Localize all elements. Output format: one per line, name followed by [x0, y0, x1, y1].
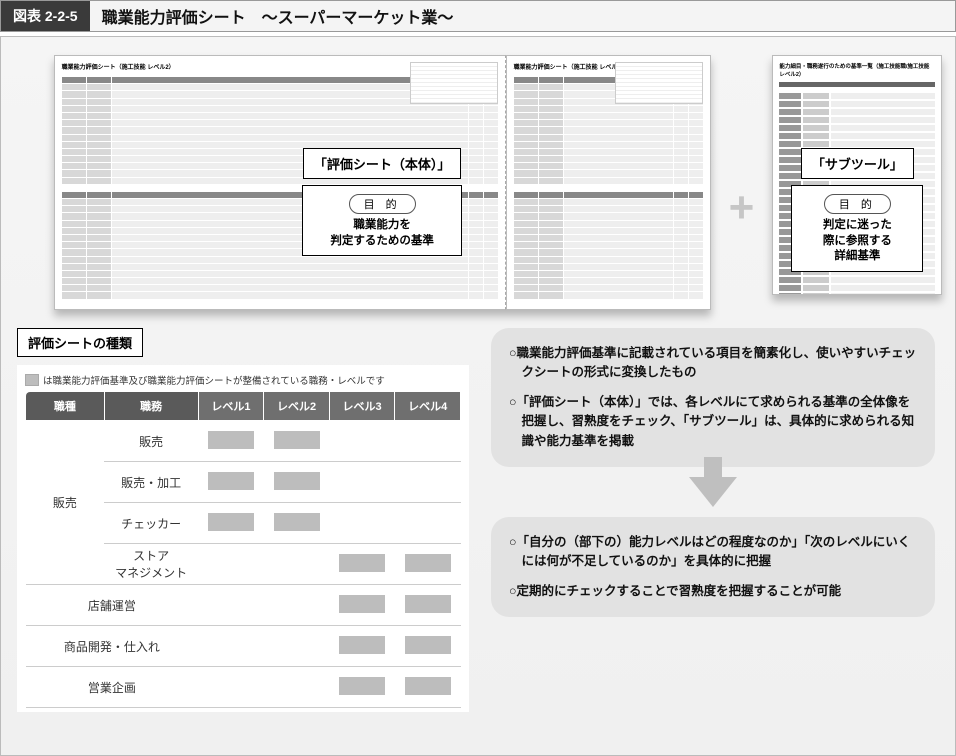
- plus-icon: +: [729, 183, 755, 233]
- types-col-header: レベル2: [264, 392, 330, 421]
- level-cell: [395, 503, 461, 544]
- table-row: 商品開発・仕入れ: [26, 626, 461, 667]
- level-cell: [395, 544, 461, 585]
- level-cell: [329, 585, 395, 626]
- subtool-purpose-text: 判定に迷った際に参照する詳細基準: [800, 218, 914, 265]
- level-present-icon: [339, 554, 385, 572]
- level-present-icon: [208, 513, 254, 531]
- level-cell: [329, 544, 395, 585]
- bubble-point: ○職業能力評価基準に記載されている項目を簡素化し、使いやすいチェックシートの形式…: [509, 344, 917, 383]
- types-col-header: 職務: [104, 392, 198, 421]
- main-sheet-label: 「評価シート（本体）」: [303, 148, 462, 179]
- figure-title: 職業能力評価シート ～スーパーマーケット業～: [90, 1, 955, 31]
- figure-caption-bar: 図表 2-2-5 職業能力評価シート ～スーパーマーケット業～: [0, 0, 956, 32]
- level-cell: [329, 503, 395, 544]
- types-col-header: レベル4: [395, 392, 461, 421]
- level-cell: [198, 421, 264, 462]
- level-present-icon: [339, 677, 385, 695]
- level-cell: [198, 626, 264, 667]
- level-cell: [264, 462, 330, 503]
- level-cell: [264, 626, 330, 667]
- level-cell: [329, 626, 395, 667]
- level-present-icon: [405, 636, 451, 654]
- main-sheet-page-right: 職業能力評価シート（施工技能 レベル2）: [506, 55, 711, 310]
- level-present-icon: [274, 431, 320, 449]
- level-cell: [264, 503, 330, 544]
- legend-chip-icon: [25, 374, 39, 386]
- bubble-point: ○「自分の（部下の）能力レベルはどの程度なのか」「次のレベルにいくには何が不足し…: [509, 533, 917, 572]
- types-col-header: レベル3: [329, 392, 395, 421]
- types-table: 職種職務レベル1レベル2レベル3レベル4 販売販売販売・加工チェッカーストアマネ…: [25, 391, 461, 708]
- level-present-icon: [208, 472, 254, 490]
- bubble-point: ○定期的にチェックすることで習熟度を把握することが可能: [509, 582, 917, 601]
- level-cell: [395, 667, 461, 708]
- level-cell: [395, 626, 461, 667]
- level-cell: [329, 421, 395, 462]
- types-legend: は職業能力評価基準及び職業能力評価シートが整備されている職務・レベルです: [25, 373, 461, 387]
- main-sheet-purpose-box: 目 的 職業能力を判定するための基準: [302, 185, 462, 256]
- level-cell: [198, 667, 264, 708]
- level-present-icon: [405, 595, 451, 613]
- level-present-icon: [208, 431, 254, 449]
- main-sheet-purpose-text: 職業能力を判定するための基準: [311, 218, 453, 249]
- level-present-icon: [339, 636, 385, 654]
- level-present-icon: [274, 513, 320, 531]
- level-cell: [395, 421, 461, 462]
- level-cell: [264, 585, 330, 626]
- arrow-down-icon: [689, 477, 737, 507]
- level-cell: [264, 544, 330, 585]
- types-col-header: レベル1: [198, 392, 264, 421]
- level-cell: [329, 462, 395, 503]
- figure-number: 図表 2-2-5: [1, 1, 90, 31]
- types-heading: 評価シートの種類: [17, 328, 143, 357]
- subtool-label: 「サブツール」: [801, 148, 914, 179]
- level-present-icon: [405, 554, 451, 572]
- table-row: 販売販売: [26, 421, 461, 462]
- types-col-header: 職種: [26, 392, 105, 421]
- level-present-icon: [405, 677, 451, 695]
- level-present-icon: [339, 595, 385, 613]
- level-cell: [198, 503, 264, 544]
- level-cell: [264, 667, 330, 708]
- main-evaluation-sheet: 職業能力評価シート（施工技能 レベル2） 職業能力評価シート（施工技能 レベル2…: [54, 55, 711, 310]
- table-row: 営業企画: [26, 667, 461, 708]
- level-cell: [198, 585, 264, 626]
- level-present-icon: [274, 472, 320, 490]
- table-row: 店舗運営: [26, 585, 461, 626]
- bubble-point: ○「評価シート（本体）」では、各レベルにて求められる基準の全体像を把握し、習熟度…: [509, 393, 917, 451]
- description-bubble-bottom: ○「自分の（部下の）能力レベルはどの程度なのか」「次のレベルにいくには何が不足し…: [491, 517, 935, 617]
- subtool-sheet: 能力細目・職務遂行のための基準一覧（施工技能職/施工技能 レベル2） 「サブツー…: [772, 55, 942, 295]
- level-cell: [329, 667, 395, 708]
- purpose-heading: 目 的: [824, 194, 891, 214]
- purpose-heading: 目 的: [349, 194, 416, 214]
- subtool-purpose-box: 目 的 判定に迷った際に参照する詳細基準: [791, 185, 923, 272]
- description-bubble-top: ○職業能力評価基準に記載されている項目を簡素化し、使いやすいチェックシートの形式…: [491, 328, 935, 467]
- level-cell: [395, 462, 461, 503]
- level-cell: [198, 462, 264, 503]
- level-cell: [395, 585, 461, 626]
- documents-row: 職業能力評価シート（施工技能 レベル2） 職業能力評価シート（施工技能 レベル2…: [57, 55, 939, 310]
- diagram-frame: 職業能力評価シート（施工技能 レベル2） 職業能力評価シート（施工技能 レベル2…: [0, 36, 956, 756]
- level-cell: [198, 544, 264, 585]
- level-cell: [264, 421, 330, 462]
